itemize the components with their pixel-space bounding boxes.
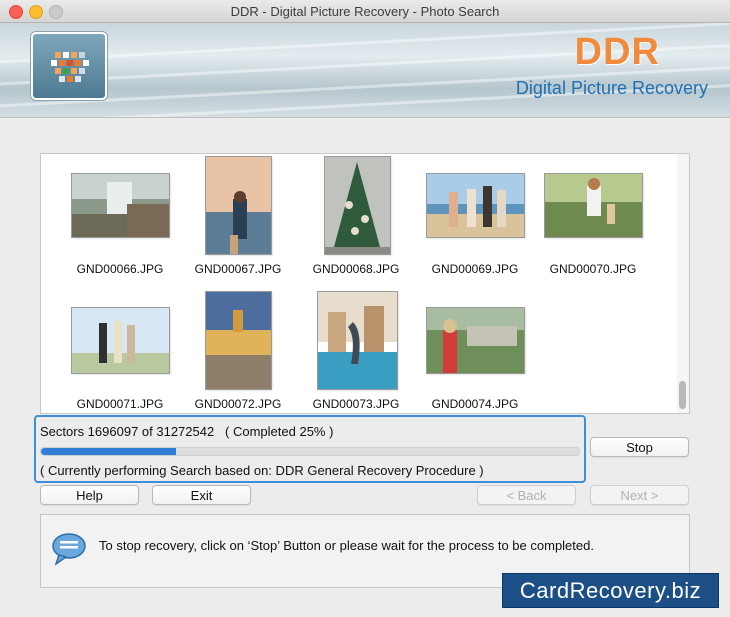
photo-thumbnail[interactable] [318, 292, 397, 389]
photo-filename: GND00074.JPG [431, 397, 519, 411]
photo-filename: GND00066.JPG [76, 262, 164, 276]
photo-filename: GND00068.JPG [312, 262, 400, 276]
photo-thumbnail[interactable] [72, 174, 169, 237]
info-message: To stop recovery, click on ‘Stop’ Button… [99, 538, 594, 553]
photo-thumbnail[interactable] [325, 157, 390, 254]
photo-filename: GND00071.JPG [76, 397, 164, 411]
stop-button[interactable]: Stop [590, 437, 689, 457]
photo-thumbnail[interactable] [545, 174, 642, 237]
window-title: DDR - Digital Picture Recovery - Photo S… [230, 4, 500, 19]
photo-thumbnail[interactable] [427, 308, 524, 373]
photo-filename: GND00072.JPG [194, 397, 282, 411]
ddr-logo-icon [31, 32, 107, 100]
procedure-status: ( Currently performing Search based on: … [40, 463, 484, 478]
photo-thumbnail[interactable] [206, 157, 271, 254]
exit-button[interactable]: Exit [152, 485, 251, 505]
recovered-photos-grid: GND00066.JPG GND00067.JPG GND00068.JPG G… [40, 153, 690, 414]
gallery-scrollbar[interactable] [677, 154, 689, 413]
sectors-status: Sectors 1696097 of 31272542 ( Completed … [40, 424, 333, 439]
header-banner: DDR Digital Picture Recovery [0, 23, 730, 118]
completed-percent: ( Completed 25% ) [225, 424, 334, 439]
photo-filename: GND00069.JPG [431, 262, 519, 276]
next-button[interactable]: Next > [590, 485, 689, 505]
progress-panel: Sectors 1696097 of 31272542 ( Completed … [34, 415, 586, 483]
speech-bubble-icon [49, 531, 89, 572]
photo-thumbnail[interactable] [206, 292, 271, 389]
back-button[interactable]: < Back [477, 485, 576, 505]
photo-filename: GND00070.JPG [549, 262, 637, 276]
photo-filename: GND00067.JPG [194, 262, 282, 276]
photo-thumbnail[interactable] [72, 308, 169, 373]
title-bar: DDR - Digital Picture Recovery - Photo S… [0, 0, 730, 23]
sectors-count: Sectors 1696097 of 31272542 [40, 424, 215, 439]
photo-thumbnail[interactable] [427, 174, 524, 237]
progress-bar [40, 447, 580, 456]
brand-name: DDR [574, 31, 660, 73]
app-window: DDR - Digital Picture Recovery - Photo S… [0, 0, 730, 617]
gallery-scrollbar-thumb[interactable] [679, 381, 686, 409]
brand-subtitle: Digital Picture Recovery [515, 78, 708, 98]
watermark-badge: CardRecovery.biz [502, 573, 719, 608]
progress-bar-fill [41, 448, 176, 455]
help-button[interactable]: Help [40, 485, 139, 505]
photo-filename: GND00073.JPG [312, 397, 400, 411]
